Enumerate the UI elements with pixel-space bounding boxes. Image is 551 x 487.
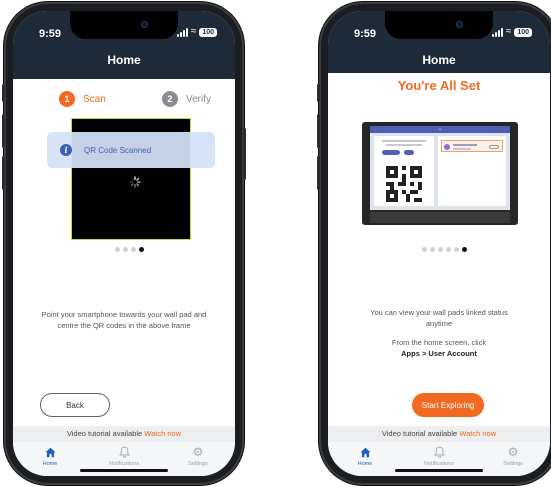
tab-label: Settings: [188, 461, 208, 467]
tab-home[interactable]: Home: [335, 442, 395, 476]
status-time: 9:59: [39, 28, 62, 40]
status-icons: ≈ 100: [491, 26, 532, 37]
hint-line: From the home screen, click: [391, 338, 487, 347]
success-screen: 9:59 ≈ 100 Home You're All Set ••• You c…: [328, 11, 550, 476]
linked-status-message: You can view your wall pads linked statu…: [370, 308, 508, 328]
scan-instruction: Point your smartphone towards your wall …: [41, 310, 207, 330]
bell-icon: [433, 445, 445, 459]
home-hint: From the home screen, click Apps > User …: [346, 337, 532, 359]
wifi-icon: ≈: [505, 26, 512, 37]
home-icon: [45, 445, 56, 459]
notch: [385, 11, 493, 39]
tutorial-text: Video tutorial available: [66, 429, 143, 438]
step-number: 2: [162, 91, 178, 107]
phone-frame-success: 9:59 ≈ 100 Home You're All Set ••• You c…: [317, 2, 551, 485]
signal-icon: [491, 27, 503, 37]
step-scan: 1 Scan: [59, 91, 106, 107]
qr-code-icon: [386, 166, 422, 202]
home-icon: [360, 445, 371, 459]
page-title: Home: [107, 53, 141, 67]
camera-icon: [141, 21, 148, 28]
signal-icon: [176, 27, 188, 37]
status-time: 9:59: [354, 28, 377, 40]
wall-pad-screen: •••: [370, 126, 510, 210]
tab-settings[interactable]: ⚙ Settings: [168, 442, 228, 476]
page-dot-active: [462, 247, 467, 252]
watch-now-link[interactable]: Watch now: [144, 429, 181, 438]
page-dot: [430, 247, 435, 252]
mute-switch: [317, 84, 320, 102]
video-tutorial-banner: Video tutorial available Watch now: [13, 426, 235, 442]
page-dot: [422, 247, 427, 252]
volume-up-button: [2, 114, 5, 148]
page-dot: [115, 247, 120, 252]
tab-label: Home: [42, 461, 58, 467]
page-dot: [454, 247, 459, 252]
bell-icon: [118, 445, 130, 459]
step-verify: 2 Verify: [162, 91, 211, 107]
info-icon: i: [60, 144, 72, 156]
start-exploring-button[interactable]: Start Exploring: [412, 393, 484, 417]
page-dot: [131, 247, 136, 252]
phone-frame-scan: 9:59 ≈ 100 Home 1 Scan 2 Verify i QR Cod…: [2, 2, 246, 485]
step-number: 1: [59, 91, 75, 107]
tab-label: Settings: [503, 461, 523, 467]
tab-home[interactable]: Home: [20, 442, 80, 476]
volume-down-button: [317, 156, 320, 190]
page-dot: [438, 247, 443, 252]
page-dot: [123, 247, 128, 252]
back-button[interactable]: Back: [40, 393, 110, 417]
scan-screen: 9:59 ≈ 100 Home 1 Scan 2 Verify i QR Cod…: [13, 11, 235, 476]
notch: [70, 11, 178, 39]
tab-settings[interactable]: ⚙ Settings: [483, 442, 543, 476]
volume-down-button: [2, 156, 5, 190]
navigation-bar: 9:59 ≈ 100 Home: [328, 11, 550, 73]
volume-up-button: [317, 114, 320, 148]
page-dot: [446, 247, 451, 252]
step-label: Scan: [83, 93, 106, 105]
video-tutorial-banner: Video tutorial available Watch now: [328, 426, 550, 442]
loading-spinner-icon: [129, 176, 141, 188]
page-indicator: [422, 247, 467, 252]
tutorial-text: Video tutorial available: [381, 429, 458, 438]
watch-now-link[interactable]: Watch now: [459, 429, 496, 438]
mute-switch: [2, 84, 5, 102]
navigation-bar: 9:59 ≈ 100 Home: [13, 11, 235, 79]
gear-icon: ⚙: [192, 445, 204, 459]
success-title: You're All Set: [397, 78, 481, 93]
battery-icon: 100: [199, 27, 217, 37]
step-label: Verify: [186, 93, 212, 105]
qr-scanned-toast: i QR Code Scanned: [47, 132, 215, 168]
wall-pad-image: •••: [362, 122, 518, 225]
toast-message: QR Code Scanned: [84, 145, 152, 155]
page-title: Home: [422, 53, 456, 67]
battery-icon: 100: [514, 27, 532, 37]
page-dot-active: [139, 247, 144, 252]
power-button: [243, 128, 246, 180]
tab-label: Notifications: [424, 461, 454, 467]
wifi-icon: ≈: [190, 26, 197, 37]
gear-icon: ⚙: [507, 445, 519, 459]
camera-icon: [456, 21, 463, 28]
page-indicator: [115, 247, 144, 252]
home-indicator: [80, 469, 168, 472]
tab-label: Home: [357, 461, 373, 467]
hint-path: Apps > User Account: [401, 349, 477, 358]
tab-label: Notifications: [109, 461, 139, 467]
home-indicator: [395, 469, 483, 472]
status-icons: ≈ 100: [176, 26, 217, 37]
